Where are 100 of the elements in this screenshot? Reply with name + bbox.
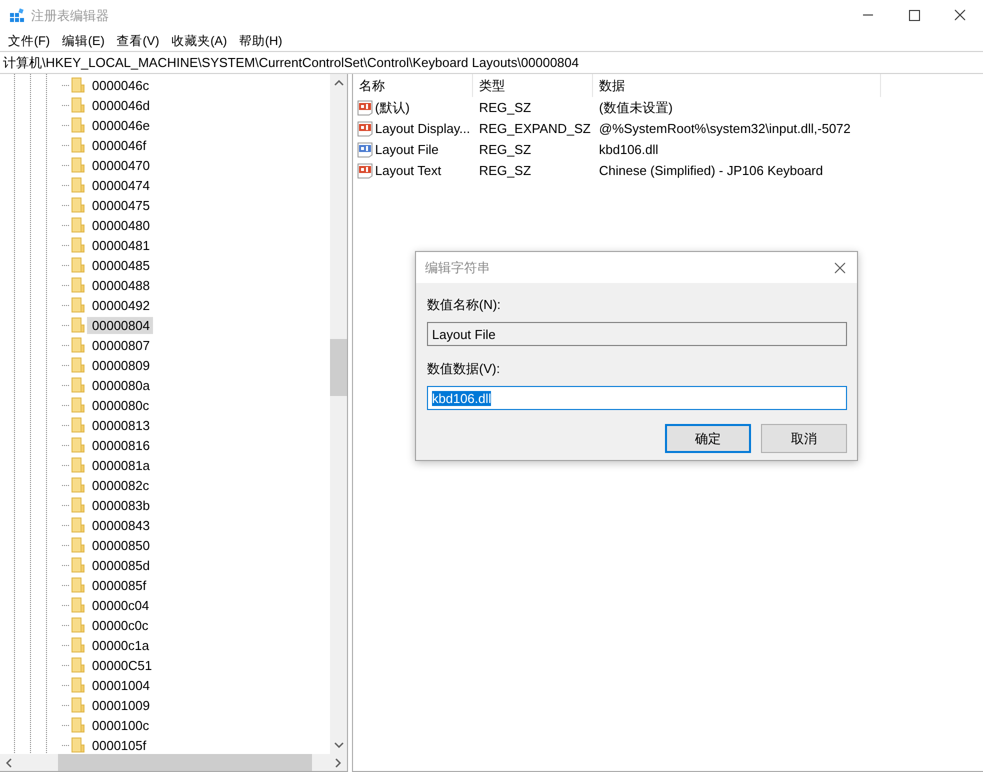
tree-item[interactable]: 0000105f xyxy=(87,736,150,754)
folder-icon xyxy=(71,257,85,273)
tree-item[interactable]: 0000046c xyxy=(87,76,152,94)
scroll-right-icon[interactable] xyxy=(335,758,341,768)
tree-item[interactable]: 00000843 xyxy=(87,516,153,534)
folder-icon xyxy=(71,437,85,453)
scroll-left-icon[interactable] xyxy=(6,758,12,768)
tree-item[interactable]: 00001009 xyxy=(87,696,153,714)
tree-item[interactable]: 0000080c xyxy=(87,396,152,414)
folder-icon xyxy=(71,117,85,133)
value-name[interactable]: Layout Display... xyxy=(375,121,470,136)
folder-icon xyxy=(71,617,85,633)
tree-item[interactable]: 00000485 xyxy=(87,256,153,274)
registry-icon xyxy=(9,8,25,24)
tree-item[interactable]: 00000480 xyxy=(87,216,153,234)
folder-icon xyxy=(71,217,85,233)
tree-item[interactable]: 00000470 xyxy=(87,156,153,174)
menu-item[interactable]: 文件(F) xyxy=(2,33,56,50)
tree-item[interactable]: 00000c1a xyxy=(87,636,152,654)
folder-icon xyxy=(71,97,85,113)
value-name[interactable]: Layout Text xyxy=(375,163,442,178)
folder-icon xyxy=(71,557,85,573)
window-title: 注册表编辑器 xyxy=(31,7,110,25)
tree-item[interactable]: 00000804 xyxy=(87,316,153,334)
close-icon[interactable] xyxy=(834,262,846,274)
field-label: 数值名称(N): xyxy=(427,296,502,314)
horizontal-scrollbar[interactable] xyxy=(0,754,347,771)
folder-icon xyxy=(71,737,85,753)
table-cell-text: REG_EXPAND_SZ xyxy=(478,120,592,138)
scroll-up-icon[interactable] xyxy=(334,80,344,86)
tree-item[interactable]: 0000046d xyxy=(87,96,153,114)
folder-icon xyxy=(71,477,85,493)
folder-icon xyxy=(71,697,85,713)
menu-item[interactable]: 帮助(H) xyxy=(232,33,288,50)
tree-item[interactable]: 00000813 xyxy=(87,416,153,434)
folder-icon xyxy=(71,357,85,373)
folder-icon xyxy=(71,397,85,413)
tree-item[interactable]: 00000488 xyxy=(87,276,153,294)
column-header[interactable]: 类型 xyxy=(473,74,593,97)
folder-icon xyxy=(71,497,85,513)
folder-icon xyxy=(71,237,85,253)
folder-icon xyxy=(71,457,85,473)
folder-icon xyxy=(71,77,85,93)
menu-item[interactable]: 查看(V) xyxy=(110,33,166,50)
tree-item[interactable]: 00000807 xyxy=(87,336,153,354)
name-field[interactable]: Layout File xyxy=(427,322,847,346)
tree-item[interactable]: 00000c04 xyxy=(87,596,152,614)
scrollbar-thumb[interactable] xyxy=(58,754,312,771)
cancel-button[interactable]: 取消 xyxy=(761,424,847,453)
folder-icon xyxy=(71,637,85,653)
ok-button[interactable]: 确定 xyxy=(665,424,751,453)
folder-icon xyxy=(71,597,85,613)
folder-icon xyxy=(71,297,85,313)
tree-item[interactable]: 0000046f xyxy=(87,136,150,154)
scroll-down-icon[interactable] xyxy=(334,742,344,748)
table-cell-text: REG_SZ xyxy=(478,99,532,117)
tree-item[interactable]: 0000080a xyxy=(87,376,153,394)
dialog-title: 编辑字符串 xyxy=(425,258,490,276)
tree-item[interactable]: 00000C51 xyxy=(87,656,155,674)
tree-item[interactable]: 00000481 xyxy=(87,236,153,254)
folder-icon xyxy=(71,337,85,353)
tree-item[interactable]: 00000475 xyxy=(87,196,153,214)
input-field[interactable]: kbd106.dll xyxy=(427,386,847,410)
value-name[interactable]: Layout File xyxy=(375,142,439,157)
tree-item[interactable]: 00000474 xyxy=(87,176,153,194)
tree-item[interactable]: 00000c0c xyxy=(87,616,152,634)
table-cell-text: kbd106.dll xyxy=(598,141,660,159)
tree-item[interactable]: 00000492 xyxy=(87,296,153,314)
tree-item[interactable]: 00000816 xyxy=(87,436,153,454)
scrollbar-thumb[interactable] xyxy=(330,339,347,396)
menu-item[interactable]: 收藏夹(A) xyxy=(165,33,233,50)
folder-icon xyxy=(71,157,85,173)
folder-icon xyxy=(71,177,85,193)
tree-item[interactable]: 0000085f xyxy=(87,576,150,594)
folder-icon xyxy=(71,717,85,733)
folder-icon xyxy=(71,417,85,433)
folder-icon xyxy=(71,517,85,533)
menu-item[interactable]: 编辑(E) xyxy=(56,33,111,50)
folder-icon xyxy=(71,577,85,593)
table-cell-text: Chinese (Simplified) - JP106 Keyboard xyxy=(598,162,824,180)
tree-item[interactable]: 00001004 xyxy=(87,676,153,694)
tree-item[interactable]: 0000046e xyxy=(87,116,153,134)
tree-item[interactable]: 0000081a xyxy=(87,456,153,474)
tree-item[interactable]: 00000809 xyxy=(87,356,153,374)
tree-item[interactable]: 00000850 xyxy=(87,536,153,554)
value-name[interactable]: (默认) xyxy=(375,98,410,116)
column-header[interactable]: 数据 xyxy=(593,74,881,97)
folder-icon xyxy=(71,197,85,213)
folder-icon xyxy=(71,277,85,293)
address-bar[interactable]: 计算机\HKEY_LOCAL_MACHINE\SYSTEM\CurrentControlSet\Control\Keyboard Layouts\00000804 xyxy=(0,51,983,74)
field-label: 数值数据(V): xyxy=(427,360,501,378)
scrollbar[interactable] xyxy=(330,74,347,754)
tree-item[interactable]: 0000083b xyxy=(87,496,153,514)
table-cell-text: REG_SZ xyxy=(478,141,532,159)
tree-item[interactable]: 0000082c xyxy=(87,476,152,494)
tree-item[interactable]: 0000100c xyxy=(87,716,152,734)
tree-item[interactable]: 0000085d xyxy=(87,556,153,574)
folder-icon xyxy=(71,317,85,333)
column-header[interactable]: 名称 xyxy=(353,74,473,97)
folder-icon xyxy=(71,537,85,553)
